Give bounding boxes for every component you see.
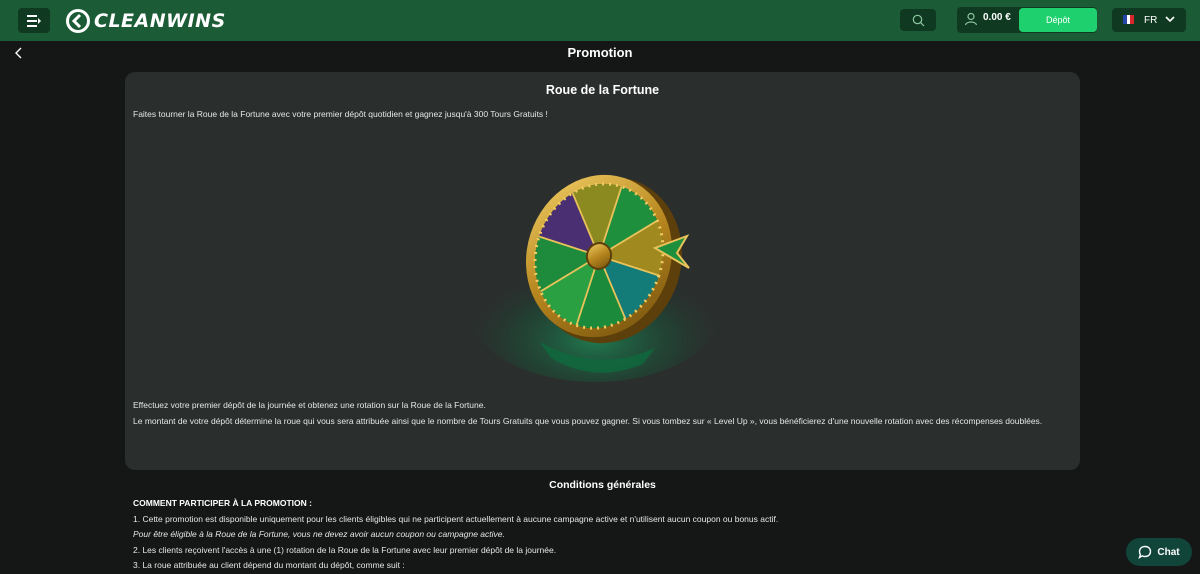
promotion-description: Effectuez votre premier dépôt de la jour… — [133, 398, 1053, 429]
promotion-intro: Faites tourner la Roue de la Fortune ave… — [133, 109, 548, 119]
page-title: Promotion — [567, 45, 633, 60]
terms-line: 1. Cette promotion est disponible unique… — [133, 513, 779, 524]
balance-amount: 0.00 € — [983, 12, 1011, 23]
chat-bubble-icon — [1138, 545, 1152, 559]
promotion-title: Roue de la Fortune — [545, 83, 660, 97]
description-line: Le montant de votre dépôt détermine la r… — [133, 415, 1043, 426]
wheel-of-fortune-image — [465, 152, 725, 392]
logo-icon — [66, 8, 90, 33]
chat-button[interactable]: Chat — [1126, 538, 1192, 566]
chat-label: Chat — [1157, 546, 1180, 558]
terms-heading: COMMENT PARTICIPER À LA PROMOTION : — [133, 498, 312, 508]
promotion-card: Roue de la Fortune Faites tourner la Rou… — [125, 72, 1080, 470]
menu-icon — [27, 14, 41, 27]
terms-note: Pour être éligible à la Roue de la Fortu… — [133, 529, 505, 539]
search-icon — [912, 14, 924, 26]
logo-text: CLEANWINS — [94, 9, 226, 32]
description-line: Effectuez votre premier dépôt de la jour… — [133, 400, 486, 410]
search-button[interactable] — [900, 9, 936, 31]
logo[interactable]: CLEANWINS — [66, 7, 226, 34]
terms-content: COMMENT PARTICIPER À LA PROMOTION : 1. C… — [133, 496, 1033, 574]
chevron-down-icon — [1165, 16, 1175, 23]
menu-button[interactable] — [18, 8, 50, 33]
language-label: FR — [1144, 15, 1158, 26]
terms-line: 2. Les clients reçoivent l'accès à une (… — [133, 544, 557, 555]
language-selector[interactable]: FR — [1112, 8, 1186, 32]
terms-line: 3. La roue attribuée au client dépend du… — [133, 560, 405, 570]
deposit-button[interactable]: Dépôt — [1019, 8, 1097, 32]
terms-title: Conditions générales — [549, 479, 656, 491]
france-flag-icon — [1123, 15, 1135, 24]
user-icon — [964, 12, 978, 26]
